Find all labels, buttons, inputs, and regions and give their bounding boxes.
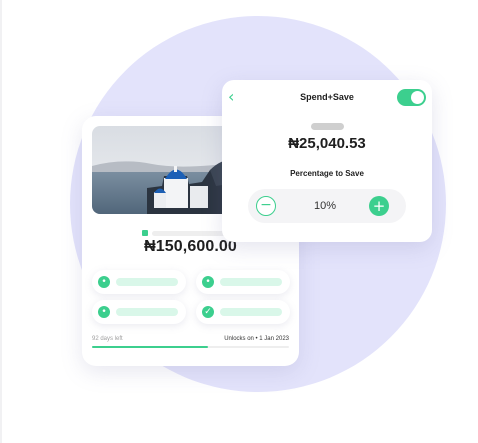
toggle-knob bbox=[411, 91, 424, 104]
stat-placeholder bbox=[116, 278, 178, 286]
stat-placeholder bbox=[220, 278, 282, 286]
savings-progress-bar bbox=[92, 346, 289, 348]
unlock-date-label: Unlocks on • 1 Jan 2023 bbox=[224, 336, 289, 342]
left-divider bbox=[0, 0, 2, 443]
spend-save-card: ‹ Spend+Save ₦25,040.53 Percentage to Sa… bbox=[222, 80, 432, 242]
plus-button[interactable]: + bbox=[369, 196, 389, 216]
stat-check-icon: ✓ bbox=[202, 306, 214, 318]
card-title: Spend+Save bbox=[300, 92, 354, 102]
spend-save-toggle[interactable] bbox=[397, 89, 426, 106]
stat-chip: ✓ bbox=[196, 300, 290, 324]
stat-dot-icon: • bbox=[98, 276, 110, 288]
stat-chip: • bbox=[196, 270, 290, 294]
chevron-left-icon[interactable]: ‹ bbox=[228, 88, 244, 106]
days-left-label: 92 days left bbox=[92, 336, 123, 342]
label-placeholder bbox=[311, 123, 344, 130]
indicator-dot bbox=[142, 230, 148, 236]
stat-chip: • bbox=[92, 300, 186, 324]
minus-button[interactable]: − bbox=[256, 196, 276, 216]
percentage-value: 10% bbox=[313, 200, 337, 212]
percentage-label: Percentage to Save bbox=[290, 169, 364, 178]
santorini-photo bbox=[92, 126, 242, 214]
savings-progress-fill bbox=[92, 346, 209, 348]
percentage-stepper: − 10% + bbox=[248, 189, 406, 223]
spend-amount: ₦25,040.53 bbox=[288, 135, 366, 152]
stat-placeholder bbox=[116, 308, 178, 316]
stat-dot-icon: • bbox=[202, 276, 214, 288]
stat-dot-icon: • bbox=[98, 306, 110, 318]
stat-placeholder bbox=[220, 308, 282, 316]
stat-chip: • bbox=[92, 270, 186, 294]
